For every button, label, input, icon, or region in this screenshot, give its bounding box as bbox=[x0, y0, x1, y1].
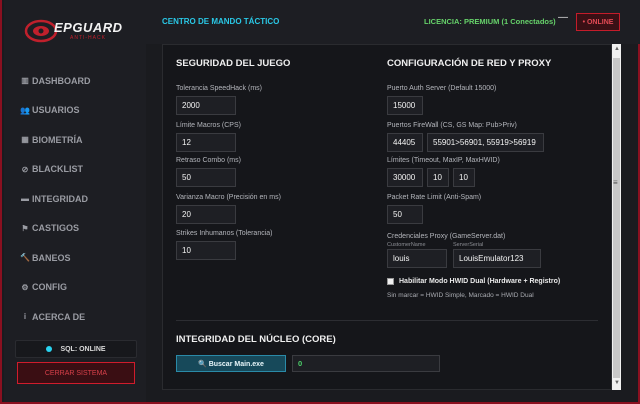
hammer-icon: 🔨 bbox=[20, 253, 30, 263]
minimize-button[interactable]: — bbox=[558, 12, 568, 23]
sidebar-nav: ▥ DASHBOARD 👥 USUARIOS ▦ BIOMETRÍA ⊘ BLACKLI… bbox=[4, 66, 146, 332]
hwid-dual-checkbox[interactable] bbox=[387, 278, 394, 285]
scroll-up-icon[interactable]: ▲ bbox=[614, 46, 620, 52]
page-title: CENTRO DE MANDO TÁCTICO bbox=[162, 17, 280, 26]
core-result-field: 0 bbox=[292, 355, 440, 372]
limits-label: Límites (Timeout, MaxIP, MaxHWID) bbox=[387, 157, 500, 164]
app-window: EPGUARD ANTI-HACK ▥ DASHBOARD 👥 USUARIOS ▦… bbox=[0, 0, 640, 404]
sidebar-item-castigos[interactable]: ⚑ CASTIGOS bbox=[4, 214, 146, 244]
auth-port-label: Puerto Auth Server (Default 15000) bbox=[387, 85, 497, 92]
strikes-label: Strikes Inhumanos (Tolerancia) bbox=[176, 230, 273, 237]
sidebar-item-acerca[interactable]: i ACERCA DE bbox=[4, 302, 146, 332]
network-title: CONFIGURACIÓN DE RED Y PROXY bbox=[387, 58, 552, 69]
max-ip-input[interactable]: 10 bbox=[427, 168, 449, 187]
customer-name-input[interactable]: louis bbox=[387, 249, 447, 268]
scroll-grip-icon: ≡ bbox=[613, 178, 618, 187]
ban-icon: ⊘ bbox=[21, 164, 29, 174]
sidebar-item-label: BIOMETRÍA bbox=[32, 134, 83, 145]
firewall-gs-input[interactable]: 55901>56901, 55919>56919 bbox=[427, 133, 544, 152]
hwid-dual-label: Habilitar Modo HWID Dual (Hardware + Reg… bbox=[399, 278, 561, 285]
speedhack-label: Tolerancia SpeedHack (ms) bbox=[176, 85, 262, 92]
brand-name: EPGUARD bbox=[54, 20, 123, 35]
gear-icon: ⚙ bbox=[21, 282, 29, 292]
integrity-icon: ▬ bbox=[21, 194, 29, 204]
sidebar-item-dashboard[interactable]: ▥ DASHBOARD bbox=[4, 66, 146, 96]
hwid-hint: Sin marcar = HWID Simple, Marcado = HWID… bbox=[387, 292, 534, 299]
game-security-title: SEGURIDAD DEL JUEGO bbox=[176, 58, 291, 69]
header: CENTRO DE MANDO TÁCTICO LICENCIA: PREMIU… bbox=[146, 0, 640, 44]
timeout-input[interactable]: 30000 bbox=[387, 168, 423, 187]
scroll-thumb[interactable] bbox=[613, 58, 620, 378]
sidebar-item-label: BLACKLIST bbox=[32, 164, 83, 175]
sidebar-item-blacklist[interactable]: ⊘ BLACKLIST bbox=[4, 155, 146, 185]
packet-rate-label: Packet Rate Limit (Anti-Spam) bbox=[387, 194, 482, 201]
speedhack-input[interactable]: 2000 bbox=[176, 96, 236, 115]
sidebar-item-integridad[interactable]: ▬ INTEGRIDAD bbox=[4, 184, 146, 214]
punish-icon: ⚑ bbox=[21, 223, 29, 233]
sidebar-item-label: ACERCA DE bbox=[32, 311, 86, 322]
server-serial-label: ServerSerial bbox=[453, 242, 484, 248]
logout-button[interactable]: CERRAR SISTEMA bbox=[17, 362, 135, 384]
sidebar-item-baneos[interactable]: 🔨 BANEOS bbox=[4, 243, 146, 273]
macro-variance-label: Varianza Macro (Precisión en ms) bbox=[176, 194, 281, 201]
status-dot-icon bbox=[46, 346, 53, 352]
license-status: LICENCIA: PREMIUM (1 Conectados) bbox=[424, 17, 556, 26]
sidebar-item-biometria[interactable]: ▦ BIOMETRÍA bbox=[4, 125, 146, 155]
packet-rate-input[interactable]: 50 bbox=[387, 205, 423, 224]
macro-limit-label: Límite Macros (CPS) bbox=[176, 122, 241, 129]
combo-delay-input[interactable]: 50 bbox=[176, 168, 236, 187]
online-status-badge: • ONLINE bbox=[576, 13, 620, 31]
brand-subtitle: ANTI-HACK bbox=[70, 35, 106, 41]
scroll-down-icon[interactable]: ▼ bbox=[614, 380, 620, 386]
macro-variance-input[interactable]: 20 bbox=[176, 205, 236, 224]
logo-emblem-icon bbox=[24, 19, 58, 43]
dashboard-icon: ▥ bbox=[21, 76, 29, 86]
search-main-exe-button[interactable]: 🔍 Buscar Main.exe bbox=[176, 355, 286, 372]
macro-limit-input[interactable]: 12 bbox=[176, 133, 236, 152]
section-divider bbox=[176, 320, 598, 321]
sidebar-item-label: INTEGRIDAD bbox=[32, 193, 88, 204]
vertical-scrollbar[interactable]: ▲ ≡ ▼ bbox=[612, 44, 621, 390]
info-icon: i bbox=[23, 312, 27, 322]
brand-logo: EPGUARD ANTI-HACK bbox=[24, 16, 122, 46]
server-serial-input[interactable]: LouisEmulator123 bbox=[453, 249, 541, 268]
sql-status-text: SQL: ONLINE bbox=[60, 345, 106, 353]
users-icon: 👥 bbox=[20, 105, 30, 115]
max-hwid-input[interactable]: 10 bbox=[453, 168, 475, 187]
firewall-ports-label: Puertos FireWall (CS, GS Map: Pub>Priv) bbox=[387, 122, 517, 129]
auth-port-input[interactable]: 15000 bbox=[387, 96, 423, 115]
sidebar-item-config[interactable]: ⚙ CONFIG bbox=[4, 273, 146, 303]
sidebar: EPGUARD ANTI-HACK ▥ DASHBOARD 👥 USUARIOS ▦… bbox=[4, 0, 146, 402]
sidebar-item-label: BANEOS bbox=[32, 252, 71, 263]
firewall-cs-input[interactable]: 44405 bbox=[387, 133, 423, 152]
sql-status-badge: SQL: ONLINE bbox=[15, 340, 137, 358]
hwid-dual-checkbox-row[interactable]: Habilitar Modo HWID Dual (Hardware + Reg… bbox=[387, 278, 560, 285]
core-integrity-title: INTEGRIDAD DEL NÚCLEO (CORE) bbox=[176, 334, 336, 345]
sidebar-item-label: CASTIGOS bbox=[32, 223, 80, 234]
strikes-input[interactable]: 10 bbox=[176, 241, 236, 260]
combo-delay-label: Retraso Combo (ms) bbox=[176, 157, 241, 164]
sidebar-item-label: DASHBOARD bbox=[32, 75, 91, 86]
biometrics-icon: ▦ bbox=[21, 135, 29, 145]
proxy-credentials-label: Credenciales Proxy (GameServer.dat) bbox=[387, 233, 506, 240]
sidebar-item-usuarios[interactable]: 👥 USUARIOS bbox=[4, 96, 146, 126]
customer-name-label: CustomerName bbox=[387, 242, 426, 248]
sidebar-item-label: USUARIOS bbox=[32, 105, 80, 116]
sidebar-item-label: CONFIG bbox=[32, 282, 67, 293]
